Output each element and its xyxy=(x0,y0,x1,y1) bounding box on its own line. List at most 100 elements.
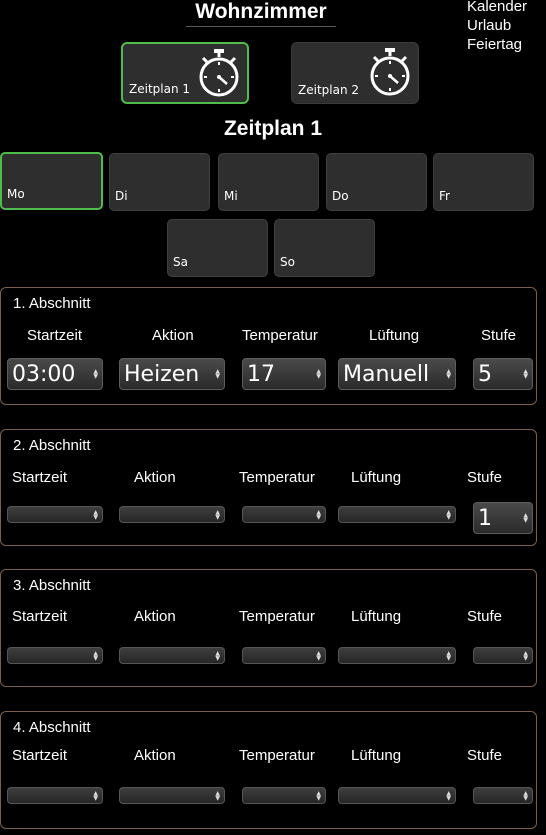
aktion-select[interactable]: ▲ ▼ xyxy=(119,506,225,523)
day-button-so[interactable]: So xyxy=(274,219,375,277)
startzeit-select[interactable]: ▲ ▼ xyxy=(7,787,103,804)
select-arrows-icon: ▲ ▼ xyxy=(523,789,528,802)
day-label: Mi xyxy=(224,189,238,203)
select-value: Manuell xyxy=(343,362,430,387)
stufe-select[interactable]: ▲ ▼ xyxy=(473,647,533,664)
select-arrows-icon: ▲ ▼ xyxy=(316,508,321,521)
section-title: 4. Abschnitt xyxy=(13,719,91,736)
select-arrows-icon: ▲ ▼ xyxy=(93,368,98,380)
menu-item-feiertag[interactable]: Feiertag xyxy=(467,35,527,54)
temperatur-select[interactable]: ▲ ▼ xyxy=(242,787,326,804)
room-title: Wohnzimmer xyxy=(186,0,336,27)
day-label: So xyxy=(280,255,295,269)
col-head-lueftung: Lüftung xyxy=(351,747,402,764)
day-label: Di xyxy=(115,189,128,203)
select-arrows-icon: ▲ ▼ xyxy=(446,368,451,380)
day-button-sa[interactable]: Sa xyxy=(167,219,268,277)
aktion-select[interactable]: Heizen ▲ ▼ xyxy=(119,358,225,390)
day-label: Fr xyxy=(439,189,450,203)
col-head-temperatur: Temperatur xyxy=(239,747,315,764)
select-arrows-icon: ▲ ▼ xyxy=(446,508,451,521)
menu-item-urlaub[interactable]: Urlaub xyxy=(467,16,527,35)
select-arrows-icon: ▲ ▼ xyxy=(93,508,98,521)
col-head-temperatur: Temperatur xyxy=(239,469,315,486)
schedule-1-button[interactable]: Zeitplan 1 xyxy=(121,42,249,104)
day-button-mo[interactable]: Mo xyxy=(0,152,103,210)
select-value: Heizen xyxy=(124,362,200,387)
select-arrows-icon: ▲ ▼ xyxy=(523,368,528,380)
select-arrows-icon: ▲ ▼ xyxy=(215,368,220,380)
section-title: 1. Abschnitt xyxy=(13,295,91,312)
schedule-2-label: Zeitplan 2 xyxy=(298,83,360,97)
col-head-startzeit: Startzeit xyxy=(12,469,68,486)
stopwatch-icon xyxy=(370,48,410,96)
aktion-select[interactable]: ▲ ▼ xyxy=(119,647,225,664)
select-arrows-icon: ▲ ▼ xyxy=(93,789,98,802)
col-head-startzeit: Startzeit xyxy=(12,608,68,625)
stufe-select[interactable]: 1 ▲ ▼ xyxy=(473,502,533,534)
select-arrows-icon: ▲ ▼ xyxy=(446,649,451,662)
section-2: 2. Abschnitt Startzeit Aktion Temperatur… xyxy=(0,429,537,546)
select-arrows-icon: ▲ ▼ xyxy=(215,789,220,802)
lueftung-select[interactable]: ▲ ▼ xyxy=(338,787,456,804)
lueftung-select[interactable]: Manuell ▲ ▼ xyxy=(338,358,456,390)
temperatur-select[interactable]: 17 ▲ ▼ xyxy=(242,358,326,390)
select-arrows-icon: ▲ ▼ xyxy=(93,649,98,662)
day-label: Mo xyxy=(7,187,25,201)
section-title: 2. Abschnitt xyxy=(13,437,91,454)
day-button-mi[interactable]: Mi xyxy=(218,153,319,211)
section-3: 3. Abschnitt Startzeit Aktion Temperatur… xyxy=(0,569,537,687)
temperatur-select[interactable]: ▲ ▼ xyxy=(242,647,326,664)
day-label: Sa xyxy=(173,255,188,269)
stufe-select[interactable]: 5 ▲ ▼ xyxy=(473,358,533,390)
col-head-aktion: Aktion xyxy=(134,469,176,486)
select-arrows-icon: ▲ ▼ xyxy=(316,368,321,380)
aktion-select[interactable]: ▲ ▼ xyxy=(119,787,225,804)
col-head-stufe: Stufe xyxy=(467,608,503,625)
section-4: 4. Abschnitt Startzeit Aktion Temperatur… xyxy=(0,711,537,829)
select-arrows-icon: ▲ ▼ xyxy=(523,512,528,524)
col-head-lueftung: Lüftung xyxy=(369,327,420,344)
col-head-stufe: Stufe xyxy=(467,469,503,486)
day-button-fr[interactable]: Fr xyxy=(433,153,534,211)
schedule-heading: Zeitplan 1 xyxy=(223,117,323,140)
lueftung-select[interactable]: ▲ ▼ xyxy=(338,506,456,523)
col-head-aktion: Aktion xyxy=(134,747,176,764)
select-arrows-icon: ▲ ▼ xyxy=(523,649,528,662)
schedule-1-label: Zeitplan 1 xyxy=(129,82,191,96)
lueftung-select[interactable]: ▲ ▼ xyxy=(338,647,456,664)
select-arrows-icon: ▲ ▼ xyxy=(215,508,220,521)
stopwatch-icon xyxy=(199,49,239,97)
select-value: 17 xyxy=(247,362,275,387)
startzeit-select[interactable]: 03:00 ▲ ▼ xyxy=(7,358,103,390)
temperatur-select[interactable]: ▲ ▼ xyxy=(242,506,326,523)
select-value: 1 xyxy=(478,506,492,531)
day-button-di[interactable]: Di xyxy=(109,153,210,211)
select-arrows-icon: ▲ ▼ xyxy=(316,649,321,662)
col-head-temperatur: Temperatur xyxy=(242,327,318,344)
side-menu: Kalender Urlaub Feiertag xyxy=(467,0,527,54)
col-head-stufe: Stufe xyxy=(481,327,517,344)
startzeit-select[interactable]: ▲ ▼ xyxy=(7,647,103,664)
select-arrows-icon: ▲ ▼ xyxy=(446,789,451,802)
startzeit-select[interactable]: ▲ ▼ xyxy=(7,506,103,523)
select-arrows-icon: ▲ ▼ xyxy=(316,789,321,802)
select-value: 5 xyxy=(478,362,492,387)
col-head-temperatur: Temperatur xyxy=(239,608,315,625)
col-head-stufe: Stufe xyxy=(467,747,503,764)
day-label: Do xyxy=(332,189,349,203)
section-title: 3. Abschnitt xyxy=(13,577,91,594)
col-head-lueftung: Lüftung xyxy=(351,608,402,625)
col-head-aktion: Aktion xyxy=(134,608,176,625)
col-head-aktion: Aktion xyxy=(152,327,194,344)
menu-item-kalender[interactable]: Kalender xyxy=(467,0,527,16)
col-head-startzeit: Startzeit xyxy=(12,747,68,764)
select-value: 03:00 xyxy=(12,362,76,387)
select-arrows-icon: ▲ ▼ xyxy=(215,649,220,662)
col-head-startzeit: Startzeit xyxy=(27,327,83,344)
section-1: 1. Abschnitt Startzeit Aktion Temperatur… xyxy=(0,287,537,405)
stufe-select[interactable]: ▲ ▼ xyxy=(473,787,533,804)
day-button-do[interactable]: Do xyxy=(326,153,427,211)
col-head-lueftung: Lüftung xyxy=(351,469,402,486)
schedule-2-button[interactable]: Zeitplan 2 xyxy=(291,42,419,104)
